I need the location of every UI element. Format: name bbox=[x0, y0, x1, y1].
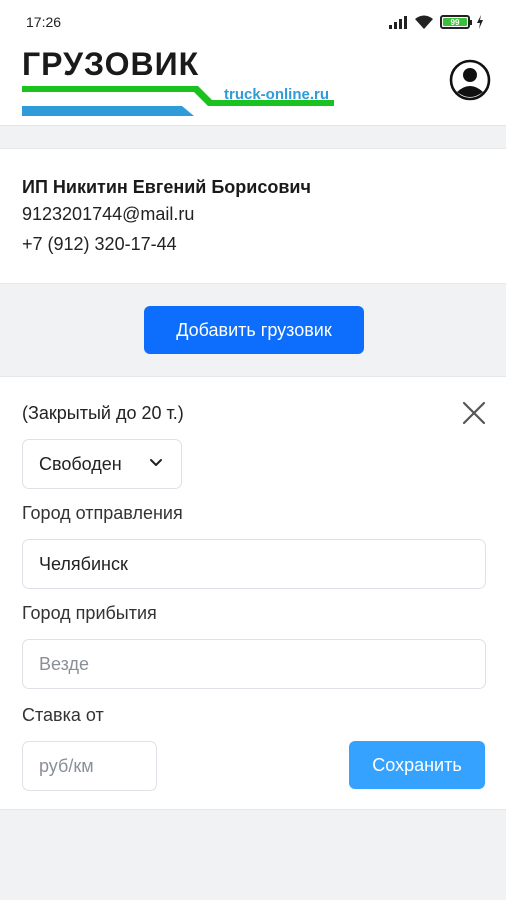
close-button[interactable] bbox=[460, 399, 488, 427]
status-icons: 99 bbox=[388, 12, 484, 32]
battery-icon: 99 bbox=[440, 15, 472, 29]
departure-label: Город отправления bbox=[22, 503, 183, 523]
save-button[interactable]: Сохранить bbox=[349, 741, 485, 789]
status-time: 17:26 bbox=[26, 14, 62, 30]
truck-card: (Закрытый до 20 т.) Свободен Город отпра… bbox=[0, 376, 506, 810]
truck-type: (Закрытый до 20 т.) bbox=[22, 403, 184, 423]
close-icon bbox=[462, 401, 486, 425]
profile-button[interactable] bbox=[448, 58, 492, 102]
contact-email: 9123201744@mail.ru bbox=[22, 204, 195, 224]
status-select-value: Свободен bbox=[39, 453, 122, 474]
contact-card: ИП Никитин Евгений Борисович 9123201744@… bbox=[0, 148, 506, 284]
add-truck-button[interactable]: Добавить грузовик bbox=[144, 306, 364, 354]
rate-label: Ставка от bbox=[22, 705, 104, 725]
contact-name: ИП Никитин Евгений Борисович bbox=[22, 177, 311, 197]
signal-icon bbox=[389, 16, 407, 29]
arrival-input[interactable] bbox=[22, 639, 486, 689]
status-select[interactable]: Свободен bbox=[22, 439, 182, 489]
battery-level-text: 99 bbox=[450, 17, 460, 27]
contact-phone: +7 (912) 320-17-44 bbox=[22, 234, 177, 254]
wifi-icon bbox=[415, 15, 433, 29]
user-circle-icon bbox=[449, 59, 491, 101]
logo[interactable]: ГРУЗОВИК truck-online.ru bbox=[22, 46, 342, 122]
logo-title: ГРУЗОВИК bbox=[22, 46, 200, 82]
app-header: ГРУЗОВИК truck-online.ru bbox=[0, 42, 506, 126]
chevron-down-icon bbox=[150, 459, 162, 466]
departure-input[interactable] bbox=[22, 539, 486, 589]
rate-input[interactable] bbox=[22, 741, 157, 791]
logo-site: truck-online.ru bbox=[224, 86, 330, 103]
charging-icon bbox=[477, 15, 483, 29]
arrival-label: Город прибытия bbox=[22, 603, 157, 623]
status-bar: 17:26 99 bbox=[0, 0, 506, 42]
